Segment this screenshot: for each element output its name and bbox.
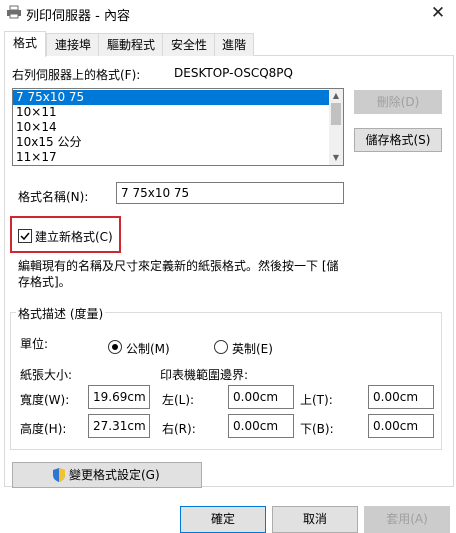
english-label[interactable]: 英制(E)	[232, 340, 273, 357]
left-margin-field[interactable]: 0.00cm	[228, 385, 294, 409]
list-item[interactable]: 7 75x10 75	[13, 90, 330, 105]
window-title: 列印伺服器 - 內容	[26, 9, 130, 24]
width-label: 寬度(W):	[20, 393, 70, 407]
form-name-field[interactable]: 7 75x10 75	[116, 182, 344, 204]
form-name-label: 格式名稱(N):	[18, 190, 89, 204]
save-form-button[interactable]: 儲存格式(S)	[354, 128, 442, 152]
height-field[interactable]: 27.31cm	[88, 414, 150, 438]
scroll-down-icon[interactable]: ▼	[329, 151, 343, 165]
bottom-margin-field[interactable]: 0.00cm	[368, 414, 434, 438]
forms-label: 右列伺服器上的格式(F):	[12, 68, 141, 82]
cancel-button[interactable]: 取消	[272, 506, 358, 533]
tab-ports[interactable]: 連接埠	[46, 33, 100, 56]
metric-label[interactable]: 公制(M)	[126, 340, 170, 357]
top-margin-field[interactable]: 0.00cm	[368, 385, 434, 409]
list-item[interactable]: 11×17	[13, 150, 330, 165]
description-text: 編輯現有的名稱及尺寸來定義新的紙張格式。然後按一下 [儲存格式]。	[18, 259, 339, 289]
paper-size-label: 紙張大小:	[20, 368, 73, 382]
create-new-form-checkbox[interactable]	[18, 229, 32, 243]
printer-margins-label: 印表機範圍邊界:	[160, 368, 249, 382]
top-margin-label: 上(T):	[300, 393, 333, 407]
close-icon[interactable]: ✕	[424, 2, 452, 24]
bottom-margin-label: 下(B):	[300, 422, 334, 436]
server-name: DESKTOP-OSCQ8PQ	[174, 66, 293, 80]
tab-security[interactable]: 安全性	[162, 33, 216, 56]
height-label: 高度(H):	[20, 422, 67, 436]
scroll-up-icon[interactable]: ▲	[329, 89, 343, 103]
list-item[interactable]: 10x15 公分	[13, 135, 330, 150]
change-form-settings-label: 變更格式設定(G)	[69, 468, 160, 482]
tab-advanced[interactable]: 進階	[214, 33, 254, 56]
list-item[interactable]: 10×11	[13, 105, 330, 120]
ok-button[interactable]: 確定	[180, 506, 266, 533]
left-margin-label: 左(L):	[162, 393, 195, 407]
create-new-form-label[interactable]: 建立新格式(C)	[35, 228, 113, 245]
english-radio[interactable]	[214, 340, 228, 354]
scrollbar-thumb[interactable]	[331, 103, 341, 125]
right-margin-label: 右(R):	[162, 422, 196, 436]
printer-icon	[6, 5, 22, 19]
forms-listbox[interactable]: 7 75x10 75 10×11 10×14 10x15 公分 11×17 ▲ …	[12, 88, 344, 166]
right-margin-field[interactable]: 0.00cm	[228, 414, 294, 438]
tab-drivers[interactable]: 驅動程式	[98, 33, 164, 56]
tab-forms[interactable]: 格式	[4, 31, 46, 57]
radio-selected-dot	[112, 344, 118, 350]
change-form-settings-button[interactable]: 變更格式設定(G)	[12, 462, 202, 488]
group-title: 格式描述 (度量)	[16, 305, 106, 322]
units-label: 單位:	[20, 337, 49, 351]
apply-button[interactable]: 套用(A)	[364, 506, 450, 533]
delete-button[interactable]: 刪除(D)	[354, 90, 442, 114]
width-field[interactable]: 19.69cm	[88, 385, 150, 409]
shield-icon	[51, 467, 67, 483]
list-item[interactable]: 10×14	[13, 120, 330, 135]
metric-radio[interactable]	[108, 340, 122, 354]
